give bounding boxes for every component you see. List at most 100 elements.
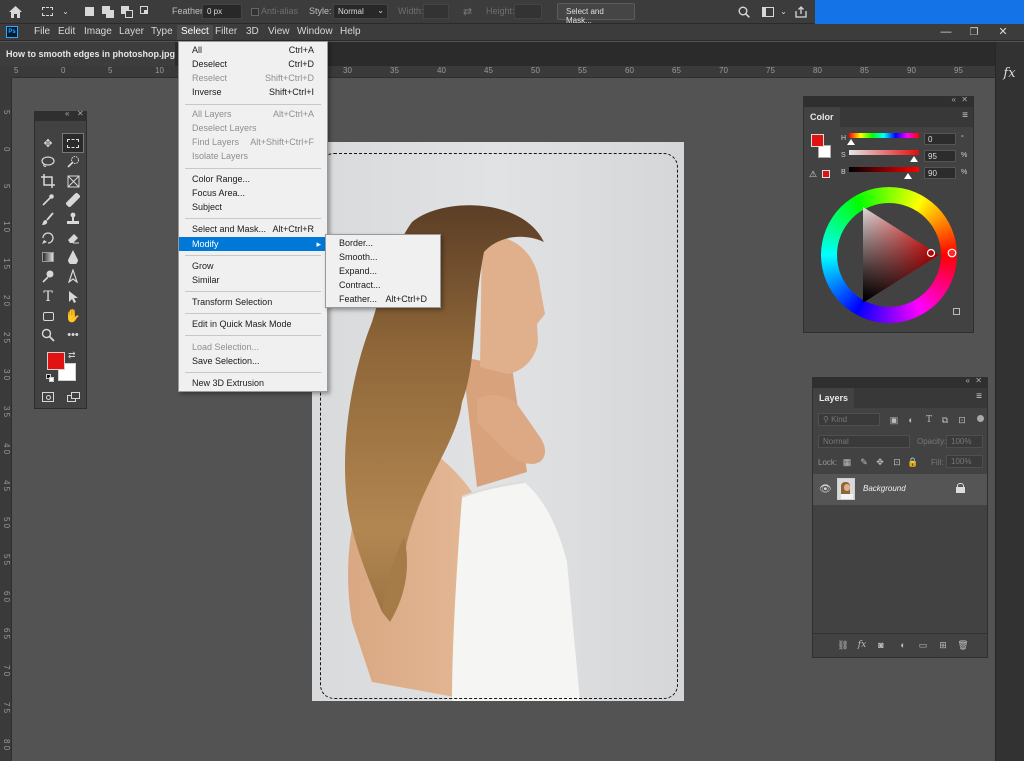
new-group-icon[interactable]: ▭ bbox=[917, 639, 929, 651]
saturation-input[interactable]: 95 bbox=[924, 150, 956, 162]
quick-selection-tool-icon[interactable] bbox=[63, 153, 83, 171]
select-and-mask-button[interactable]: Select and Mask... bbox=[557, 3, 635, 25]
filter-pixel-icon[interactable]: ▣ bbox=[888, 414, 900, 426]
brush-tool-icon[interactable] bbox=[38, 210, 58, 228]
opacity-input[interactable]: 100% bbox=[946, 435, 983, 448]
layers-panel-tab[interactable]: Layers bbox=[813, 388, 855, 408]
delete-layer-icon[interactable]: 🗑 bbox=[957, 639, 969, 651]
color-panel-header[interactable]: « ✕ bbox=[804, 95, 973, 107]
panel-menu-icon[interactable]: ≡ bbox=[972, 391, 986, 402]
rectangular-marquee-tool-icon[interactable] bbox=[62, 133, 84, 153]
swap-colors-icon[interactable]: ⇄ bbox=[68, 350, 76, 361]
menu-type[interactable]: Type bbox=[147, 25, 177, 40]
clone-stamp-tool-icon[interactable] bbox=[63, 210, 83, 228]
menu-item-similar[interactable]: Similar bbox=[179, 273, 327, 287]
workspace-icon[interactable] bbox=[760, 4, 775, 19]
pen-tool-icon[interactable] bbox=[63, 267, 83, 285]
filter-type-icon[interactable]: T bbox=[923, 414, 935, 426]
menu-item-color-range[interactable]: Color Range... bbox=[179, 172, 327, 186]
crop-tool-icon[interactable] bbox=[38, 172, 58, 190]
menu-item-isolate-layers[interactable]: Isolate Layers bbox=[179, 149, 327, 163]
layer-style-icon[interactable]: fx bbox=[856, 639, 868, 651]
lock-artboard-icon[interactable]: ⊡ bbox=[891, 456, 903, 468]
document-tab[interactable]: How to smooth edges in photoshop.jpg @ bbox=[0, 42, 175, 66]
swap-width-height-icon[interactable]: ⇄ bbox=[460, 4, 475, 19]
menu-edit[interactable]: Edit bbox=[54, 25, 79, 40]
menu-item-inverse[interactable]: Inverse Shift+Ctrl+I bbox=[179, 85, 327, 99]
vertical-ruler[interactable]: 5 0 5 1 0 1 5 2 0 2 5 3 0 3 5 4 0 4 5 5 0 5 5 6 0 6 5 7… bbox=[0, 78, 12, 761]
share-icon[interactable] bbox=[793, 4, 808, 19]
menu-item-reselect[interactable]: Reselect Shift+Ctrl+D bbox=[179, 71, 327, 85]
dodge-tool-icon[interactable] bbox=[38, 267, 58, 285]
width-input[interactable] bbox=[423, 4, 449, 19]
menu-item-modify[interactable]: Modify ▸ bbox=[179, 237, 327, 251]
feather-input[interactable]: 0 px bbox=[202, 4, 242, 19]
menu-item-focus-area[interactable]: Focus Area... bbox=[179, 186, 327, 200]
brightness-input[interactable]: 90 bbox=[924, 167, 956, 179]
zoom-tool-icon[interactable] bbox=[38, 326, 58, 344]
style-select[interactable]: Normal ⌄ bbox=[333, 4, 388, 19]
menu-item-subject[interactable]: Subject bbox=[179, 200, 327, 214]
menu-item-find-layers[interactable]: Find Layers Alt+Shift+Ctrl+F bbox=[179, 135, 327, 149]
color-panel-tab[interactable]: Color bbox=[804, 107, 840, 127]
resize-icon[interactable] bbox=[953, 308, 960, 315]
foreground-color-swatch-top[interactable] bbox=[47, 352, 65, 370]
menu-view[interactable]: View bbox=[264, 25, 294, 40]
close-button[interactable]: ✕ bbox=[990, 26, 1016, 39]
healing-brush-tool-icon[interactable] bbox=[63, 191, 83, 209]
hue-slider[interactable] bbox=[849, 133, 919, 138]
menu-help[interactable]: Help bbox=[336, 25, 365, 40]
close-icon[interactable]: ✕ bbox=[77, 109, 84, 118]
menu-item-new-3d-extrusion[interactable]: New 3D Extrusion bbox=[179, 376, 327, 390]
fx-panel-button[interactable]: fx bbox=[999, 63, 1020, 84]
menu-layer[interactable]: Layer bbox=[115, 25, 148, 40]
layers-panel-header[interactable]: « ✕ bbox=[813, 376, 987, 388]
menu-item-expand[interactable]: Expand... bbox=[326, 264, 440, 278]
collapse-icon[interactable]: « bbox=[966, 376, 970, 385]
path-selection-tool-icon[interactable] bbox=[63, 288, 83, 306]
menu-image[interactable]: Image bbox=[80, 25, 116, 40]
type-tool-icon[interactable]: T bbox=[38, 288, 58, 306]
panel-menu-icon[interactable]: ≡ bbox=[958, 110, 972, 121]
antialias-checkbox[interactable] bbox=[251, 8, 259, 16]
hue-slider-handle[interactable] bbox=[847, 139, 855, 145]
gradient-tool-icon[interactable] bbox=[38, 248, 58, 266]
menu-item-load-selection[interactable]: Load Selection... bbox=[179, 340, 327, 354]
lock-position-icon[interactable]: ✥ bbox=[874, 456, 886, 468]
blur-tool-icon[interactable] bbox=[63, 248, 83, 266]
filter-smart-object-icon[interactable]: ⊡ bbox=[956, 414, 968, 426]
blend-mode-select[interactable]: Normal bbox=[818, 435, 910, 448]
close-icon[interactable]: ✕ bbox=[975, 376, 982, 385]
restore-button[interactable]: ❐ bbox=[961, 26, 987, 39]
menu-item-contract[interactable]: Contract... bbox=[326, 278, 440, 292]
adjustment-layer-icon[interactable]: ◐ bbox=[897, 639, 909, 651]
menu-item-deselect-layers[interactable]: Deselect Layers bbox=[179, 121, 327, 135]
layer-filter-kind[interactable]: ⚲ Kind bbox=[818, 413, 880, 426]
chevron-down-icon[interactable]: ⌄ bbox=[776, 4, 791, 19]
menu-item-all[interactable]: All Ctrl+A bbox=[179, 43, 327, 57]
history-brush-tool-icon[interactable] bbox=[38, 229, 58, 247]
menu-item-quick-mask[interactable]: Edit in Quick Mask Mode bbox=[179, 317, 327, 331]
chevron-down-icon[interactable]: ⌄ bbox=[58, 4, 73, 19]
new-selection-icon[interactable] bbox=[82, 4, 97, 19]
collapse-icon[interactable]: « bbox=[952, 95, 956, 104]
menu-item-grow[interactable]: Grow bbox=[179, 259, 327, 273]
lasso-tool-icon[interactable] bbox=[38, 153, 58, 171]
move-tool-icon[interactable]: ✥ bbox=[38, 134, 58, 152]
height-input[interactable] bbox=[514, 4, 542, 19]
menu-window[interactable]: Window bbox=[293, 25, 337, 40]
rectangle-tool-icon[interactable] bbox=[38, 307, 58, 325]
new-layer-icon[interactable]: ⊞ bbox=[937, 639, 949, 651]
link-layers-icon[interactable]: ⛓ bbox=[837, 639, 849, 651]
menu-item-border[interactable]: Border... bbox=[326, 236, 440, 250]
saturation-slider-handle[interactable] bbox=[910, 156, 918, 162]
lock-transparent-icon[interactable]: ▦ bbox=[841, 456, 853, 468]
filter-toggle-icon[interactable] bbox=[977, 415, 984, 422]
frame-tool-icon[interactable] bbox=[63, 172, 83, 190]
default-colors-icon[interactable] bbox=[46, 374, 54, 382]
close-icon[interactable]: ✕ bbox=[961, 95, 968, 104]
rectangular-marquee-icon[interactable] bbox=[40, 4, 55, 19]
filter-shape-icon[interactable]: ⧉ bbox=[939, 414, 951, 426]
brightness-slider-handle[interactable] bbox=[904, 173, 912, 179]
hue-input[interactable]: 0 bbox=[924, 133, 956, 145]
